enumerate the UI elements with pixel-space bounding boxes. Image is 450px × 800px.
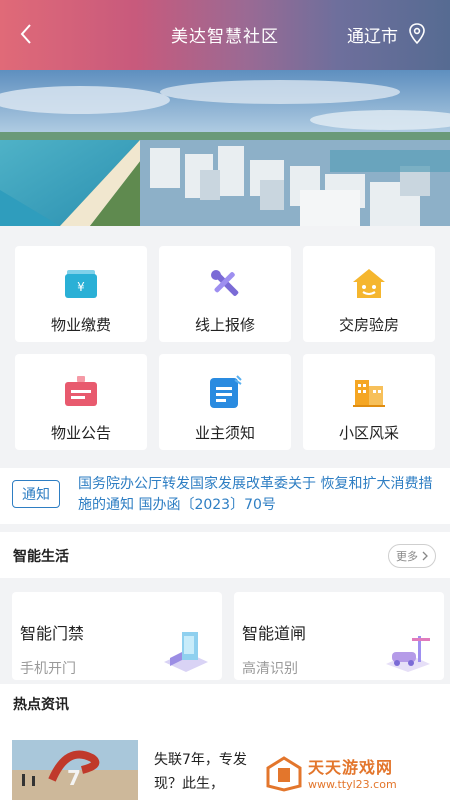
- service-property-announcement[interactable]: 物业公告: [15, 354, 147, 450]
- svg-text:¥: ¥: [77, 280, 85, 294]
- service-label: 线上报修: [194, 316, 255, 334]
- chevron-right-icon: [422, 551, 428, 561]
- announcement-board-icon: [63, 374, 99, 410]
- service-grid: ¥ 物业缴费 线上报修 交房验房 物业公告 业主须知 小区风采: [0, 232, 450, 460]
- wallet-yen-icon: ¥: [63, 266, 99, 302]
- smart-access-card[interactable]: 智能门禁 手机开门: [12, 592, 222, 680]
- buildings-icon: [351, 374, 387, 410]
- service-label: 物业缴费: [50, 316, 111, 334]
- watermark-logo-icon: [266, 756, 302, 792]
- service-label: 小区风采: [338, 424, 399, 442]
- section-title: 热点资讯: [13, 697, 69, 713]
- service-community-showcase[interactable]: 小区风采: [303, 354, 435, 450]
- location-pin-icon[interactable]: [408, 23, 426, 45]
- banner-image[interactable]: [0, 70, 450, 226]
- notice-tag: 通知: [12, 480, 60, 508]
- notice-doc-icon: [207, 374, 243, 410]
- site-watermark: 天天游戏网 www.ttyl23.com: [262, 752, 442, 798]
- service-label: 交房验房: [338, 316, 399, 334]
- notice-text[interactable]: 国务院办公厅转发国家发展改革委关于 恢复和扩大消费措施的通知 国办函〔2023〕…: [78, 474, 438, 516]
- service-house-inspection[interactable]: 交房验房: [303, 246, 435, 342]
- notice-bar[interactable]: 通知 国务院办公厅转发国家发展改革委关于 恢复和扩大消费措施的通知 国办函〔20…: [0, 468, 450, 524]
- news-title: 失联7年，专发现？此生，: [154, 752, 247, 792]
- smart-life-header: 智能生活 更多: [0, 532, 450, 578]
- service-label: 业主须知: [194, 424, 255, 442]
- more-label: 更多: [396, 550, 418, 563]
- smart-life-cards: 智能门禁 手机开门 智能道闸 高清识别: [0, 586, 450, 682]
- card-subtitle: 高清识别: [242, 661, 298, 677]
- hot-news-header: 热点资讯: [0, 684, 450, 724]
- card-title: 智能道闸: [242, 624, 307, 643]
- card-title: 智能门禁: [20, 624, 85, 643]
- section-title: 智能生活: [13, 549, 69, 565]
- door-access-icon: [160, 628, 210, 672]
- news-thumbnail: 7: [12, 740, 138, 800]
- card-subtitle: 手机开门: [20, 661, 76, 677]
- service-online-repair[interactable]: 线上报修: [159, 246, 291, 342]
- top-app-bar: 美达智慧社区 通辽市: [0, 0, 450, 70]
- more-button[interactable]: 更多: [388, 544, 436, 568]
- svg-text:7: 7: [67, 766, 81, 790]
- house-key-icon: [351, 266, 387, 302]
- watermark-url: www.ttyl23.com: [308, 778, 397, 791]
- service-label: 物业公告: [50, 424, 111, 442]
- city-selector[interactable]: 通辽市: [347, 22, 398, 47]
- repair-tools-icon: [207, 266, 243, 302]
- car-gate-icon: [382, 628, 432, 672]
- service-owner-notice[interactable]: 业主须知: [159, 354, 291, 450]
- service-property-fee[interactable]: ¥ 物业缴费: [15, 246, 147, 342]
- smart-gate-card[interactable]: 智能道闸 高清识别: [234, 592, 444, 680]
- watermark-title: 天天游戏网: [308, 758, 394, 777]
